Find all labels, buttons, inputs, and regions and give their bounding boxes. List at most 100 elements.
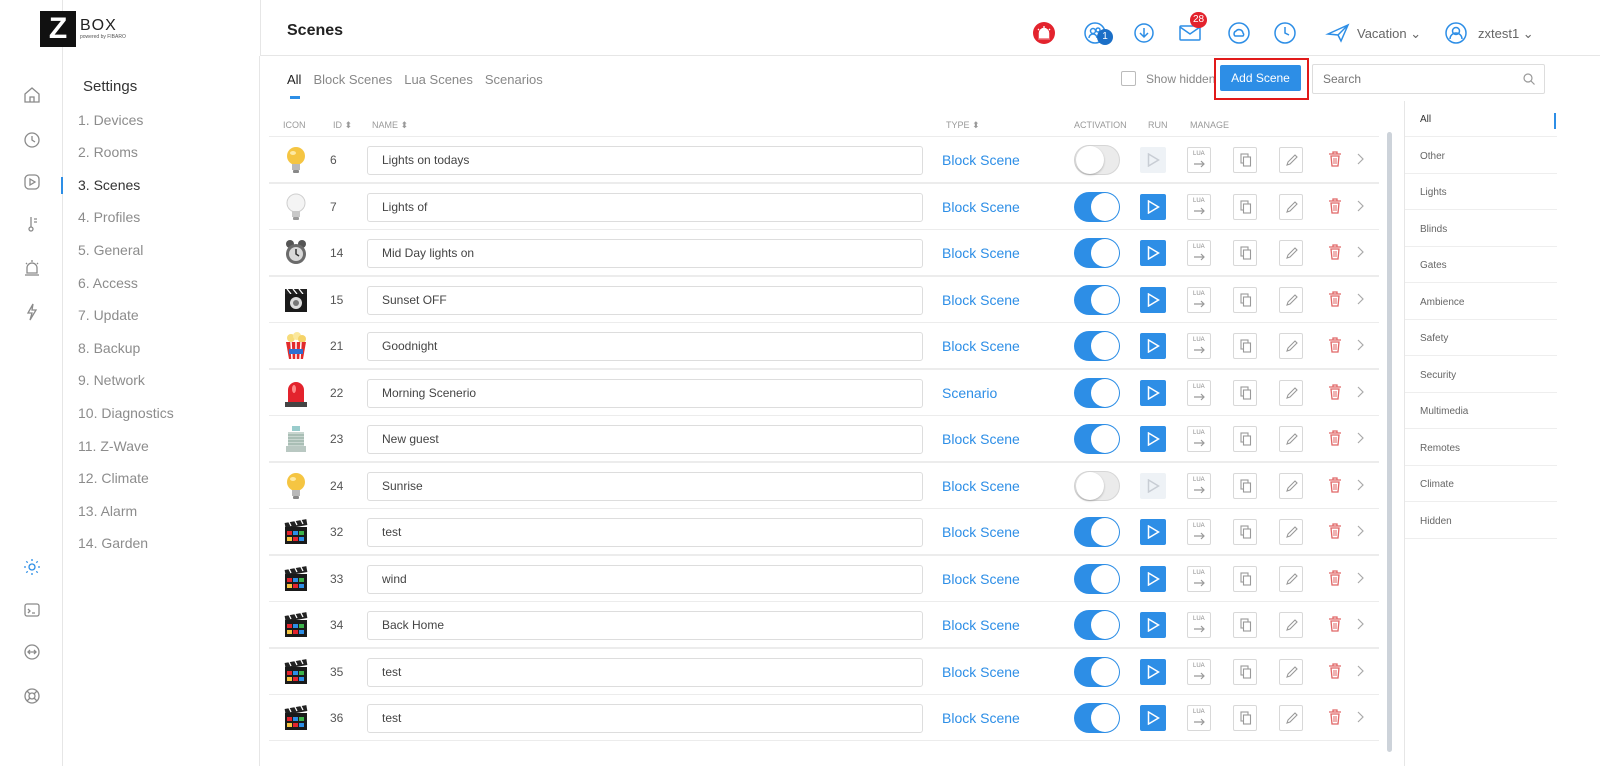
chevron-right-icon[interactable] [1356,572,1365,584]
thermostat-icon[interactable] [22,214,42,234]
col-id[interactable]: ID ⬍ [333,120,352,131]
table-row[interactable]: 22 Morning Scenerio Scenario LUA [269,368,1379,416]
edit-button[interactable] [1279,240,1303,266]
settings-item-climate[interactable]: 12. Climate [78,470,149,486]
table-row[interactable]: 23 New guest Block Scene LUA [269,415,1379,462]
edit-button[interactable] [1279,705,1303,731]
convert-to-lua-button[interactable]: LUA [1187,519,1211,545]
col-name[interactable]: NAME ⬍ [372,120,408,131]
activation-toggle[interactable] [1074,610,1120,640]
tab-lua-scenes[interactable]: Lua Scenes [404,72,473,92]
run-button[interactable] [1140,426,1166,452]
trash-icon[interactable] [1328,197,1342,215]
scene-name-field[interactable]: Back Home [367,611,923,640]
scene-name-field[interactable]: Sunrise [367,471,923,501]
copy-button[interactable] [1233,193,1257,220]
run-button[interactable] [1140,286,1166,313]
chevron-right-icon[interactable] [1356,432,1365,444]
trash-icon[interactable] [1328,383,1342,401]
activation-toggle[interactable] [1074,145,1120,175]
zbox-logo[interactable]: Z BOX powered by FIBARO [40,9,126,49]
table-row[interactable]: 36 test Block Scene LUA [269,694,1379,741]
category-hidden[interactable]: Hidden [1405,503,1557,539]
search-icon[interactable] [1522,72,1536,86]
col-type[interactable]: TYPE ⬍ [946,120,980,131]
category-lights[interactable]: Lights [1405,174,1557,210]
copy-button[interactable] [1233,705,1257,731]
copy-button[interactable] [1233,565,1257,592]
table-row[interactable]: 7 Lights of Block Scene LUA [269,182,1379,230]
convert-to-lua-button[interactable]: LUA [1187,426,1211,452]
copy-button[interactable] [1233,658,1257,685]
convert-to-lua-button[interactable]: LUA [1187,379,1211,406]
edit-button[interactable] [1279,426,1303,452]
run-button[interactable] [1140,565,1166,592]
table-row[interactable]: 15 Sunset OFF Block Scene LUA [269,275,1379,323]
chevron-right-icon[interactable] [1356,618,1365,630]
category-other[interactable]: Other [1405,138,1557,174]
edit-button[interactable] [1279,379,1303,406]
category-safety[interactable]: Safety [1405,320,1557,356]
tab-scenarios[interactable]: Scenarios [485,72,543,92]
copy-button[interactable] [1233,286,1257,313]
category-climate[interactable]: Climate [1405,466,1557,502]
run-button[interactable] [1140,379,1166,406]
copy-button[interactable] [1233,379,1257,406]
tab-block-scenes[interactable]: Block Scenes [313,72,392,92]
table-row[interactable]: 24 Sunrise Block Scene LUA [269,461,1379,509]
chevron-right-icon[interactable] [1356,153,1365,165]
activation-toggle[interactable] [1074,377,1120,408]
run-button[interactable] [1140,705,1166,731]
chevron-right-icon[interactable] [1356,525,1365,537]
category-security[interactable]: Security [1405,357,1557,393]
trash-icon[interactable] [1328,569,1342,587]
table-row[interactable]: 21 Goodnight Block Scene LUA [269,322,1379,369]
home-icon[interactable] [22,85,42,105]
tab-all[interactable]: All [287,72,301,92]
alarm-alert-icon[interactable] [1032,21,1056,45]
weather-icon[interactable] [1227,21,1251,45]
run-button[interactable] [1140,612,1166,638]
chevron-right-icon[interactable] [1356,479,1365,491]
copy-button[interactable] [1233,147,1257,173]
trash-icon[interactable] [1328,243,1342,261]
convert-to-lua-button[interactable]: LUA [1187,705,1211,731]
activation-toggle[interactable] [1074,470,1120,501]
run-button[interactable] [1140,147,1166,173]
download-icon[interactable] [1132,21,1156,45]
table-row[interactable]: 33 wind Block Scene LUA [269,554,1379,602]
activation-toggle[interactable] [1074,331,1120,361]
trash-icon[interactable] [1328,522,1342,540]
clock-icon[interactable] [22,130,42,150]
convert-to-lua-button[interactable]: LUA [1187,333,1211,359]
run-button[interactable] [1140,333,1166,359]
settings-item-scenes[interactable]: 3. Scenes [78,177,140,193]
chevron-right-icon[interactable] [1356,711,1365,723]
chevron-right-icon[interactable] [1356,200,1365,212]
category-multimedia[interactable]: Multimedia [1405,393,1557,429]
settings-item-access[interactable]: 6. Access [78,275,138,291]
energy-icon[interactable] [22,302,42,322]
chevron-right-icon[interactable] [1356,665,1365,677]
scene-name-field[interactable]: Morning Scenerio [367,378,923,408]
table-row[interactable]: 34 Back Home Block Scene LUA [269,601,1379,648]
run-button[interactable] [1140,472,1166,499]
edit-button[interactable] [1279,147,1303,173]
edit-button[interactable] [1279,565,1303,592]
scene-name-field[interactable]: Lights on todays [367,146,923,175]
edit-button[interactable] [1279,612,1303,638]
scenes-play-icon[interactable] [22,172,42,192]
table-row[interactable]: 14 Mid Day lights on Block Scene LUA [269,229,1379,276]
convert-to-lua-button[interactable]: LUA [1187,658,1211,685]
convert-to-lua-button[interactable]: LUA [1187,612,1211,638]
settings-item-general[interactable]: 5. General [78,242,143,258]
trash-icon[interactable] [1328,476,1342,494]
activation-toggle[interactable] [1074,703,1120,733]
activation-toggle[interactable] [1074,284,1120,315]
alarm-icon[interactable] [22,258,42,278]
time-icon[interactable] [1273,21,1297,45]
copy-button[interactable] [1233,426,1257,452]
convert-to-lua-button[interactable]: LUA [1187,472,1211,499]
activation-toggle[interactable] [1074,517,1120,547]
settings-item-rooms[interactable]: 2. Rooms [78,144,138,160]
